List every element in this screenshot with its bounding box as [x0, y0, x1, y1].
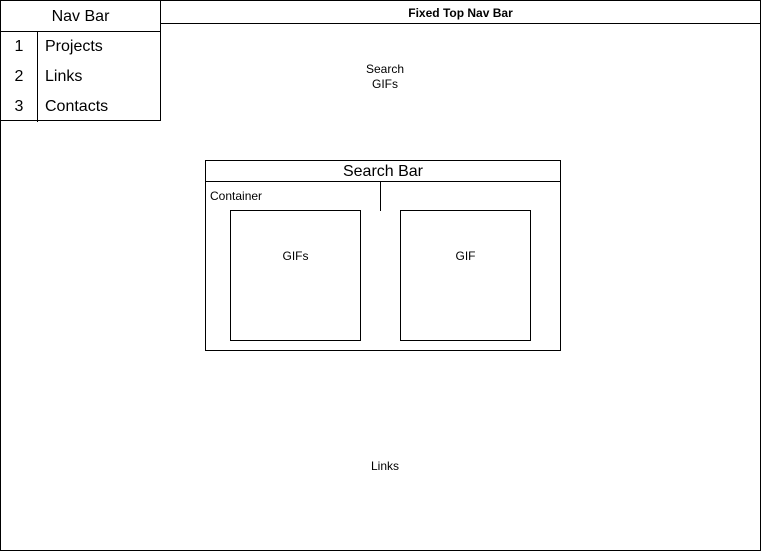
gifs-box[interactable]: GIFs: [230, 210, 361, 341]
gifs-box-label: GIFs: [282, 249, 309, 263]
search-gifs-label: Search GIFs: [365, 62, 405, 91]
fixed-top-nav-bar-label: Fixed Top Nav Bar: [408, 6, 513, 20]
nav-item-contacts[interactable]: 3 Contacts: [1, 92, 160, 122]
nav-item-number: 3: [1, 92, 38, 122]
container-label: Container: [210, 189, 263, 203]
fixed-top-nav-bar: Fixed Top Nav Bar: [160, 0, 761, 24]
nav-item-links[interactable]: 2 Links: [1, 62, 160, 92]
nav-item-number: 2: [1, 62, 38, 92]
links-label: Links: [370, 459, 399, 473]
nav-bar-title: Nav Bar: [1, 1, 160, 32]
nav-item-label: Projects: [45, 38, 103, 55]
nav-item-projects[interactable]: 1 Projects: [1, 32, 160, 62]
nav-item-number: 1: [1, 32, 38, 62]
connector-line: [380, 181, 381, 211]
nav-item-label: Contacts: [45, 98, 109, 115]
nav-item-label: Links: [45, 68, 83, 85]
gif-box[interactable]: GIF: [400, 210, 531, 341]
search-panel: Search Bar Container GIFs GIF: [205, 160, 561, 351]
nav-bar: Nav Bar 1 Projects 2 Links 3 Contacts: [0, 0, 161, 122]
search-bar[interactable]: Search Bar: [206, 161, 560, 182]
gif-box-label: GIF: [455, 249, 476, 263]
